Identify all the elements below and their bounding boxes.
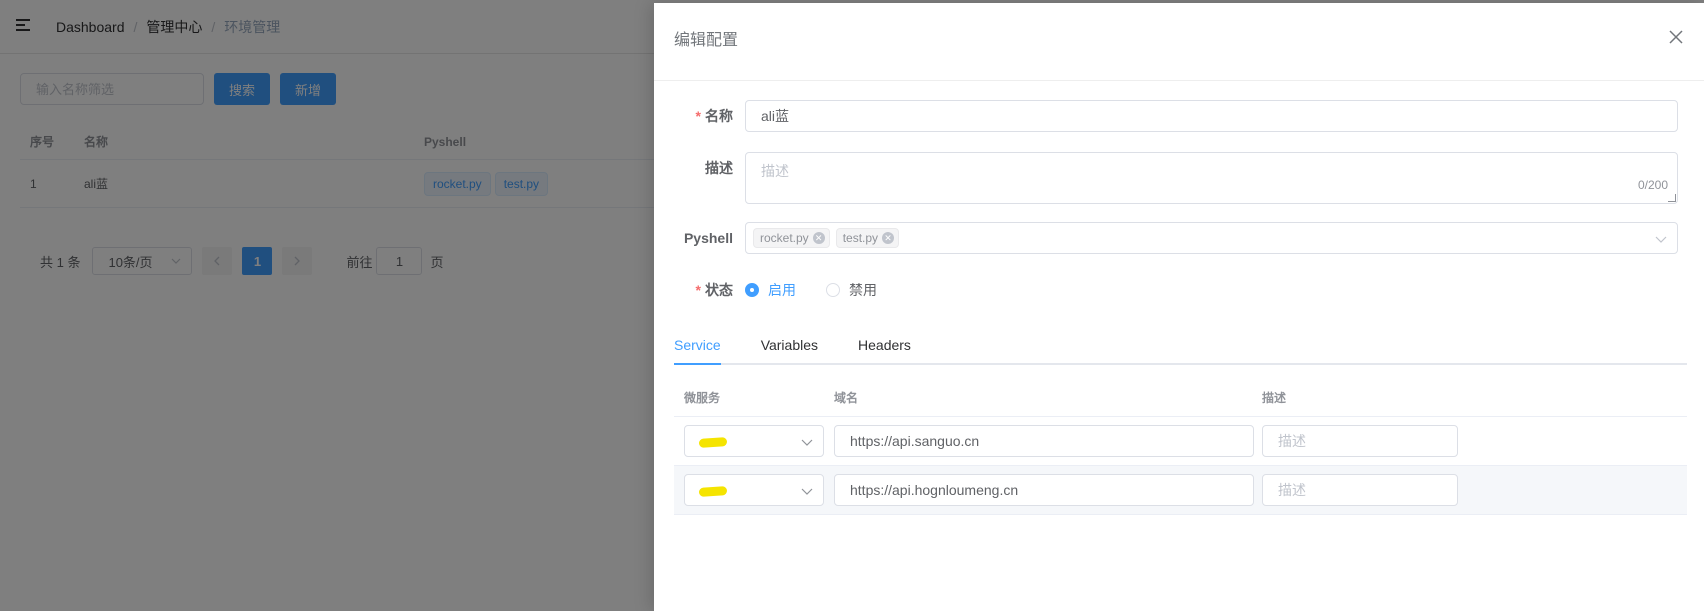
- microservice-select[interactable]: [684, 425, 824, 457]
- domain-cell: [834, 474, 1262, 506]
- column-domain: 域名: [834, 390, 859, 405]
- domain-input[interactable]: [834, 474, 1254, 506]
- tab-headers[interactable]: Headers: [858, 328, 911, 363]
- config-tabs: Service Variables Headers: [674, 328, 1687, 365]
- microservice-cell: [674, 474, 834, 506]
- pyshell-chip: test.py ✕: [835, 228, 900, 248]
- edit-config-drawer: 编辑配置 *名称 描述 0/200 Pyshell rocket.py✕ tes…: [654, 3, 1704, 611]
- column-microservice: 微服务: [684, 390, 721, 405]
- radio-unchecked-icon: [826, 283, 840, 297]
- redaction-mark: [698, 437, 728, 448]
- column-description: 描述: [1262, 390, 1287, 405]
- chevron-down-icon: [1655, 236, 1667, 243]
- pyshell-label: Pyshell: [683, 230, 733, 246]
- chevron-down-icon: [801, 488, 813, 495]
- description-cell: [1262, 474, 1687, 506]
- service-description-input[interactable]: [1262, 425, 1458, 457]
- resize-handle-icon[interactable]: [1668, 194, 1676, 202]
- drawer-title: 编辑配置: [674, 32, 739, 49]
- tab-service[interactable]: Service: [674, 328, 721, 365]
- chip-close-icon[interactable]: ✕: [812, 232, 825, 244]
- form-item-status: * 状态 启用 禁用: [654, 274, 1704, 306]
- pyshell-chip: rocket.py ✕: [753, 228, 830, 248]
- name-label: * 名称: [695, 108, 733, 124]
- microservice-cell: [674, 425, 834, 457]
- redaction-mark: [698, 486, 728, 497]
- description-label: 描述: [705, 160, 733, 176]
- char-counter: 0/200: [1637, 178, 1668, 192]
- form-item-name: * 名称: [654, 100, 1704, 132]
- status-label: * 状态: [695, 282, 733, 298]
- status-radio-disabled[interactable]: 禁用: [826, 280, 877, 300]
- required-mark: *: [695, 282, 701, 298]
- domain-input[interactable]: [834, 425, 1254, 457]
- form-item-description: 描述 0/200: [654, 152, 1704, 204]
- radio-checked-icon: [745, 283, 759, 297]
- chip-close-icon[interactable]: ✕: [882, 232, 895, 244]
- description-textarea[interactable]: [745, 152, 1678, 204]
- form-item-pyshell: Pyshell rocket.py ✕ test.py ✕: [654, 222, 1704, 254]
- service-table-header: 微服务 域名 描述: [674, 378, 1687, 417]
- status-radio-group: 启用 禁用: [745, 274, 907, 306]
- description-textarea-wrap: 0/200: [745, 152, 1678, 204]
- pyshell-multi-select[interactable]: rocket.py ✕ test.py ✕: [745, 222, 1678, 254]
- name-input[interactable]: [745, 100, 1678, 132]
- description-cell: [1262, 425, 1687, 457]
- drawer-header: 编辑配置: [654, 3, 1704, 81]
- required-mark: *: [695, 108, 701, 124]
- service-table: 微服务 域名 描述: [674, 378, 1687, 515]
- domain-cell: [834, 425, 1262, 457]
- chevron-down-icon: [801, 439, 813, 446]
- tab-variables[interactable]: Variables: [761, 328, 818, 363]
- table-row: [674, 466, 1687, 515]
- close-icon[interactable]: [1667, 28, 1685, 46]
- service-description-input[interactable]: [1262, 474, 1458, 506]
- table-row: [674, 417, 1687, 466]
- status-radio-enabled[interactable]: 启用: [745, 280, 796, 300]
- microservice-select[interactable]: [684, 474, 824, 506]
